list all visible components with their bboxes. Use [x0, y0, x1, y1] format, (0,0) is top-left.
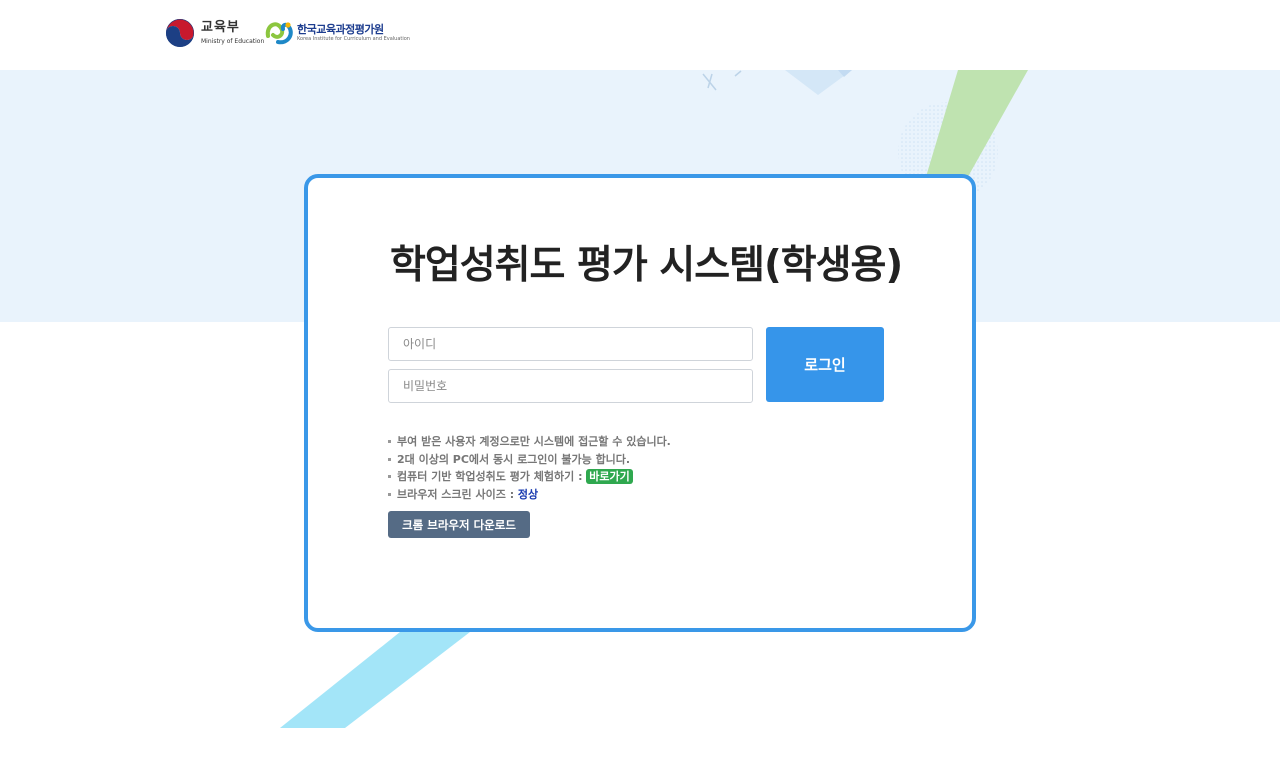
cyan-stripe-decoration: [280, 632, 470, 728]
kice-emblem-icon: [265, 22, 293, 45]
kice-logo[interactable]: 한국교육과정평가원 Korea Institute for Curriculum…: [264, 18, 410, 48]
password-input[interactable]: [388, 369, 753, 403]
login-page: 교육부 Ministry of Education 한국교육과정평가원 Kore…: [0, 0, 1280, 768]
cross-scribble-decoration: [702, 70, 742, 91]
username-input[interactable]: [388, 327, 753, 361]
notice-item: 컴퓨터 기반 학업성취도 평가 체험하기 : 바로가기: [388, 468, 671, 486]
chrome-download-button[interactable]: 크롬 브라우저 다운로드: [388, 511, 530, 538]
taegeuk-emblem-icon: [165, 18, 195, 48]
notice-list: 부여 받은 사용자 계정으로만 시스템에 접근할 수 있습니다. 2대 이상의 …: [388, 433, 671, 503]
notice-trial-text: 컴퓨터 기반 학업성취도 평가 체험하기 :: [397, 470, 587, 483]
notice-account-text: 부여 받은 사용자 계정으로만 시스템에 접근할 수 있습니다.: [397, 435, 671, 448]
moe-logo-name: 교육부: [201, 20, 240, 35]
login-card: 학업성취도 평가 시스템(학생용) 로그인 부여 받은 사용자 계정으로만 시스…: [304, 174, 976, 632]
notice-item: 2대 이상의 PC에서 동시 로그인이 불가능 합니다.: [388, 451, 671, 469]
notice-screen-size-text: 브라우저 스크린 사이즈 :: [397, 487, 518, 501]
login-button[interactable]: 로그인: [766, 327, 884, 402]
page-title: 학업성취도 평가 시스템(학생용): [390, 243, 903, 288]
moe-logo[interactable]: 교육부 Ministry of Education: [165, 18, 264, 48]
notice-item: 부여 받은 사용자 계정으로만 시스템에 접근할 수 있습니다.: [388, 433, 671, 451]
kice-logo-english-name: Korea Institute for Curriculum and Evalu…: [297, 36, 410, 42]
kice-logo-name: 한국교육과정평가원: [297, 23, 384, 36]
notice-item: 브라우저 스크린 사이즈 : 정상: [388, 486, 671, 504]
site-header: 교육부 Ministry of Education 한국교육과정평가원 Kore…: [0, 0, 1280, 70]
notice-concurrent-text: 2대 이상의 PC에서 동시 로그인이 불가능 합니다.: [397, 452, 631, 466]
go-trial-link[interactable]: 바로가기: [586, 469, 633, 484]
screen-size-status: 정상: [517, 487, 539, 501]
moe-logo-english-name: Ministry of Education: [201, 38, 265, 45]
